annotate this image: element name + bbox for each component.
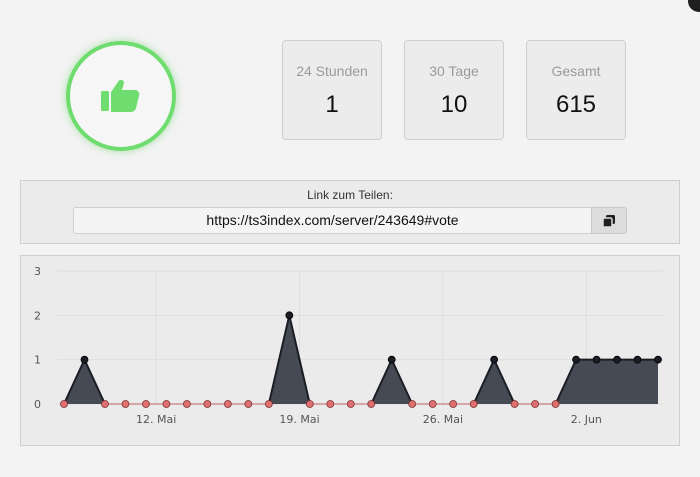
data-point — [264, 400, 273, 408]
x-tick-label: 26. Mai — [423, 413, 463, 426]
x-tick-label: 19. Mai — [279, 413, 319, 426]
data-point — [490, 355, 499, 364]
stat-30d-label: 30 Tage — [429, 63, 479, 79]
y-tick-label: 0 — [34, 398, 41, 411]
stat-30d-value: 10 — [440, 91, 468, 118]
data-point — [531, 400, 540, 408]
data-point — [346, 400, 355, 408]
data-point — [428, 400, 437, 408]
stat-24h-value: 1 — [325, 91, 339, 118]
thumbs-up-icon — [101, 79, 140, 112]
data-point — [551, 400, 560, 408]
data-point — [387, 355, 396, 364]
data-point — [408, 400, 417, 408]
data-point — [285, 311, 294, 320]
data-point — [613, 355, 621, 364]
stat-total-label: Gesamt — [551, 63, 601, 79]
stat-24h-label: 24 Stunden — [296, 63, 368, 79]
data-point — [654, 355, 662, 364]
votes-chart: 0 1 2 3 12. Mai 19. Mai 26. Mai 2. Jun — [20, 255, 680, 446]
y-tick-label: 2 — [34, 309, 41, 322]
data-point — [326, 400, 335, 408]
stat-30d: 30 Tage 10 — [404, 40, 504, 140]
data-point — [162, 400, 171, 408]
data-point — [142, 400, 150, 408]
share-panel: Link zum Teilen: https://ts3index.com/se… — [20, 180, 680, 244]
close-icon[interactable] — [688, 0, 700, 12]
data-point — [449, 400, 458, 408]
data-point — [223, 400, 232, 408]
votes-chart-svg: 0 1 2 3 12. Mai 19. Mai 26. Mai 2. Jun — [34, 265, 663, 426]
data-point — [60, 400, 68, 408]
data-point — [182, 400, 191, 408]
copy-icon — [602, 214, 615, 228]
x-tick-label: 12. Mai — [136, 413, 176, 426]
y-tick-label: 3 — [34, 265, 41, 278]
data-point — [305, 400, 314, 408]
data-point — [203, 400, 212, 408]
data-point — [510, 400, 519, 408]
copy-button[interactable] — [591, 207, 627, 234]
data-point — [367, 400, 376, 408]
data-point — [572, 355, 580, 364]
stat-total: Gesamt 615 — [526, 40, 626, 140]
share-url-field[interactable]: https://ts3index.com/server/243649#vote — [73, 207, 592, 234]
data-point — [121, 400, 130, 408]
stat-total-value: 615 — [555, 91, 597, 118]
x-tick-label: 2. Jun — [571, 413, 602, 426]
data-point — [592, 355, 601, 364]
thumbs-up-badge — [66, 41, 176, 151]
data-point — [80, 355, 89, 364]
share-title: Link zum Teilen: — [307, 188, 393, 202]
data-point — [469, 400, 478, 408]
stat-24h: 24 Stunden 1 — [282, 40, 382, 140]
y-tick-label: 1 — [34, 354, 41, 367]
data-point — [101, 400, 109, 408]
data-point — [244, 400, 253, 408]
data-point — [633, 355, 642, 364]
